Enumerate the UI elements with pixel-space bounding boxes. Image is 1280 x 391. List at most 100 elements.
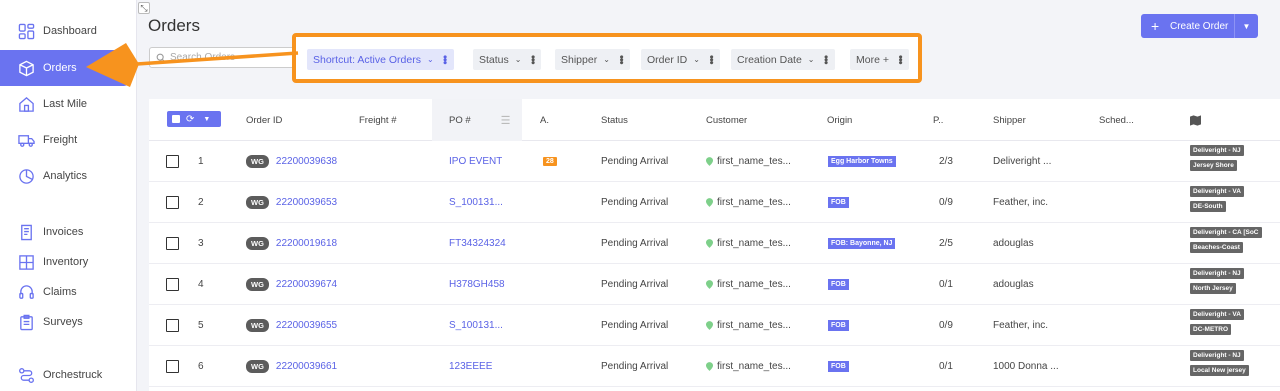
sidebar-item-label: Analytics xyxy=(43,170,88,182)
column-status[interactable]: Status xyxy=(601,99,628,141)
shipper-text: adouglas xyxy=(993,238,1034,249)
page-title: Orders xyxy=(148,16,200,35)
drag-handle-icon[interactable]: ☰ xyxy=(501,114,511,127)
order-id-link[interactable]: 22200039661 xyxy=(276,361,337,372)
region-tag: Deliveright - NJ xyxy=(1190,268,1244,279)
order-id-link[interactable]: 22200039653 xyxy=(276,197,337,208)
status-filter-label: Status xyxy=(479,53,509,66)
wg-badge: WG xyxy=(246,237,269,250)
row-checkbox[interactable] xyxy=(166,360,179,373)
orders-table: ⟳ ▼ Order ID Freight # PO # ☰ A. Status … xyxy=(149,99,1280,391)
map-icon[interactable] xyxy=(1190,99,1201,141)
wg-badge: WG xyxy=(246,278,269,291)
refresh-icon[interactable]: ⟳ xyxy=(186,114,194,125)
chevron-down-icon[interactable]: ▼ xyxy=(1234,14,1258,38)
creation-date-filter[interactable]: Creation Date ⌄ ••• xyxy=(731,49,835,70)
shipper-filter[interactable]: Shipper ⌄ ••• xyxy=(555,49,630,70)
shipper-filter-label: Shipper xyxy=(561,53,598,66)
origin-tag: FOB xyxy=(828,361,849,372)
zone-tag: Beaches-Coast xyxy=(1190,242,1243,253)
wg-badge: WG xyxy=(246,360,269,373)
column-sched[interactable]: Sched... xyxy=(1099,99,1134,141)
row-checkbox[interactable] xyxy=(166,237,179,250)
region-tag: Deliveright - NJ xyxy=(1190,145,1244,156)
zone-tag: DE-South xyxy=(1190,201,1226,212)
column-freight[interactable]: Freight # xyxy=(359,99,397,141)
pieces-text: 2/5 xyxy=(939,238,953,249)
column-a[interactable]: A. xyxy=(540,99,549,141)
location-pin-icon xyxy=(706,157,713,166)
sidebar-item-orders[interactable]: Orders xyxy=(0,50,130,86)
po-link[interactable]: S_100131... xyxy=(449,320,503,331)
column-shipper[interactable]: Shipper xyxy=(993,99,1026,141)
row-checkbox[interactable] xyxy=(166,278,179,291)
more-vert-icon[interactable]: ••• xyxy=(705,55,717,64)
pieces-text: 2/3 xyxy=(939,156,953,167)
sidebar-item-dashboard[interactable]: Dashboard xyxy=(0,13,130,49)
more-filters-label: More + xyxy=(856,53,889,66)
zone-tag: Jersey Shore xyxy=(1190,160,1237,171)
sidebar-item-last-mile[interactable]: Last Mile xyxy=(0,86,130,122)
expand-icon[interactable]: ⤡ xyxy=(138,2,150,14)
status-filter[interactable]: Status ⌄ ••• xyxy=(473,49,542,70)
origin-tag: FOB xyxy=(828,197,849,208)
dashboard-icon xyxy=(17,22,35,40)
location-pin-icon xyxy=(706,362,713,371)
table-row[interactable]: 2 WG 22200039653 S_100131... Pending Arr… xyxy=(149,182,1280,223)
column-p[interactable]: P.. xyxy=(933,99,943,141)
order-id-filter[interactable]: Order ID ⌄ ••• xyxy=(641,49,720,70)
more-filters-button[interactable]: More + ••• xyxy=(850,49,909,70)
po-link[interactable]: H378GH458 xyxy=(449,279,505,290)
order-id-link[interactable]: 22200039638 xyxy=(276,156,337,167)
wg-badge: WG xyxy=(246,196,269,209)
route-icon xyxy=(17,366,35,384)
column-customer[interactable]: Customer xyxy=(706,99,747,141)
more-vert-icon[interactable]: ••• xyxy=(526,55,538,64)
row-checkbox[interactable] xyxy=(166,319,179,332)
po-link[interactable]: IPO EVENT xyxy=(449,156,502,167)
box-icon xyxy=(17,59,35,77)
region-tags: Deliveright - NJ Local New jersey xyxy=(1190,350,1280,386)
more-vert-icon[interactable]: ••• xyxy=(439,55,451,64)
pieces-text: 0/9 xyxy=(939,197,953,208)
order-id-link[interactable]: 22200039655 xyxy=(276,320,337,331)
table-row[interactable]: 6 WG 22200039661 123EEEE Pending Arrival… xyxy=(149,346,1280,387)
chevron-down-icon[interactable]: ▼ xyxy=(203,116,210,123)
row-number: 5 xyxy=(198,320,204,331)
analytics-icon xyxy=(17,167,35,185)
location-pin-icon xyxy=(706,198,713,207)
table-row[interactable]: 4 WG 22200039674 H378GH458 Pending Arriv… xyxy=(149,264,1280,305)
table-row[interactable]: 3 WG 22200019618 FT34324324 Pending Arri… xyxy=(149,223,1280,264)
search-placeholder: Search Orders xyxy=(170,52,236,63)
row-checkbox[interactable] xyxy=(166,155,179,168)
order-id-link[interactable]: 22200039674 xyxy=(276,279,337,290)
po-link[interactable]: 123EEEE xyxy=(449,361,492,372)
column-origin[interactable]: Origin xyxy=(827,99,852,141)
sidebar-item-analytics[interactable]: Analytics xyxy=(0,158,130,194)
po-link[interactable]: FT34324324 xyxy=(449,238,506,249)
sidebar-item-label: Inventory xyxy=(43,256,89,268)
wg-badge: WG xyxy=(246,319,269,332)
sidebar-item-surveys[interactable]: Surveys xyxy=(0,304,130,340)
row-checkbox[interactable] xyxy=(166,196,179,209)
table-row[interactable]: 5 WG 22200039655 S_100131... Pending Arr… xyxy=(149,305,1280,346)
sidebar-item-freight[interactable]: Freight xyxy=(0,122,130,158)
column-order-id[interactable]: Order ID xyxy=(246,99,282,141)
create-order-button[interactable]: + Create Order ▼ xyxy=(1141,14,1258,38)
table-header: ⟳ ▼ Order ID Freight # PO # ☰ A. Status … xyxy=(149,99,1280,141)
po-link[interactable]: S_100131... xyxy=(449,197,503,208)
shipper-text: Feather, inc. xyxy=(993,320,1049,331)
table-row[interactable]: 1 WG 22200039638 IPO EVENT 28 Pending Ar… xyxy=(149,141,1280,182)
shortcut-filter[interactable]: Shortcut: Active Orders ⌄ ••• xyxy=(307,49,454,70)
select-refresh-control[interactable]: ⟳ ▼ xyxy=(167,111,221,127)
sidebar-item-orchestruck[interactable]: Orchestruck xyxy=(0,357,130,391)
more-vert-icon[interactable]: ••• xyxy=(894,55,906,64)
order-id-link[interactable]: 22200019618 xyxy=(276,238,337,249)
status-text: Pending Arrival xyxy=(601,320,669,331)
column-po[interactable]: PO # ☰ xyxy=(432,99,522,141)
more-vert-icon[interactable]: ••• xyxy=(615,55,627,64)
customer-text: first_name_tes... xyxy=(717,320,791,331)
search-input[interactable]: Search Orders xyxy=(149,47,299,68)
more-vert-icon[interactable]: ••• xyxy=(820,55,832,64)
select-all-checkbox[interactable] xyxy=(172,115,180,123)
